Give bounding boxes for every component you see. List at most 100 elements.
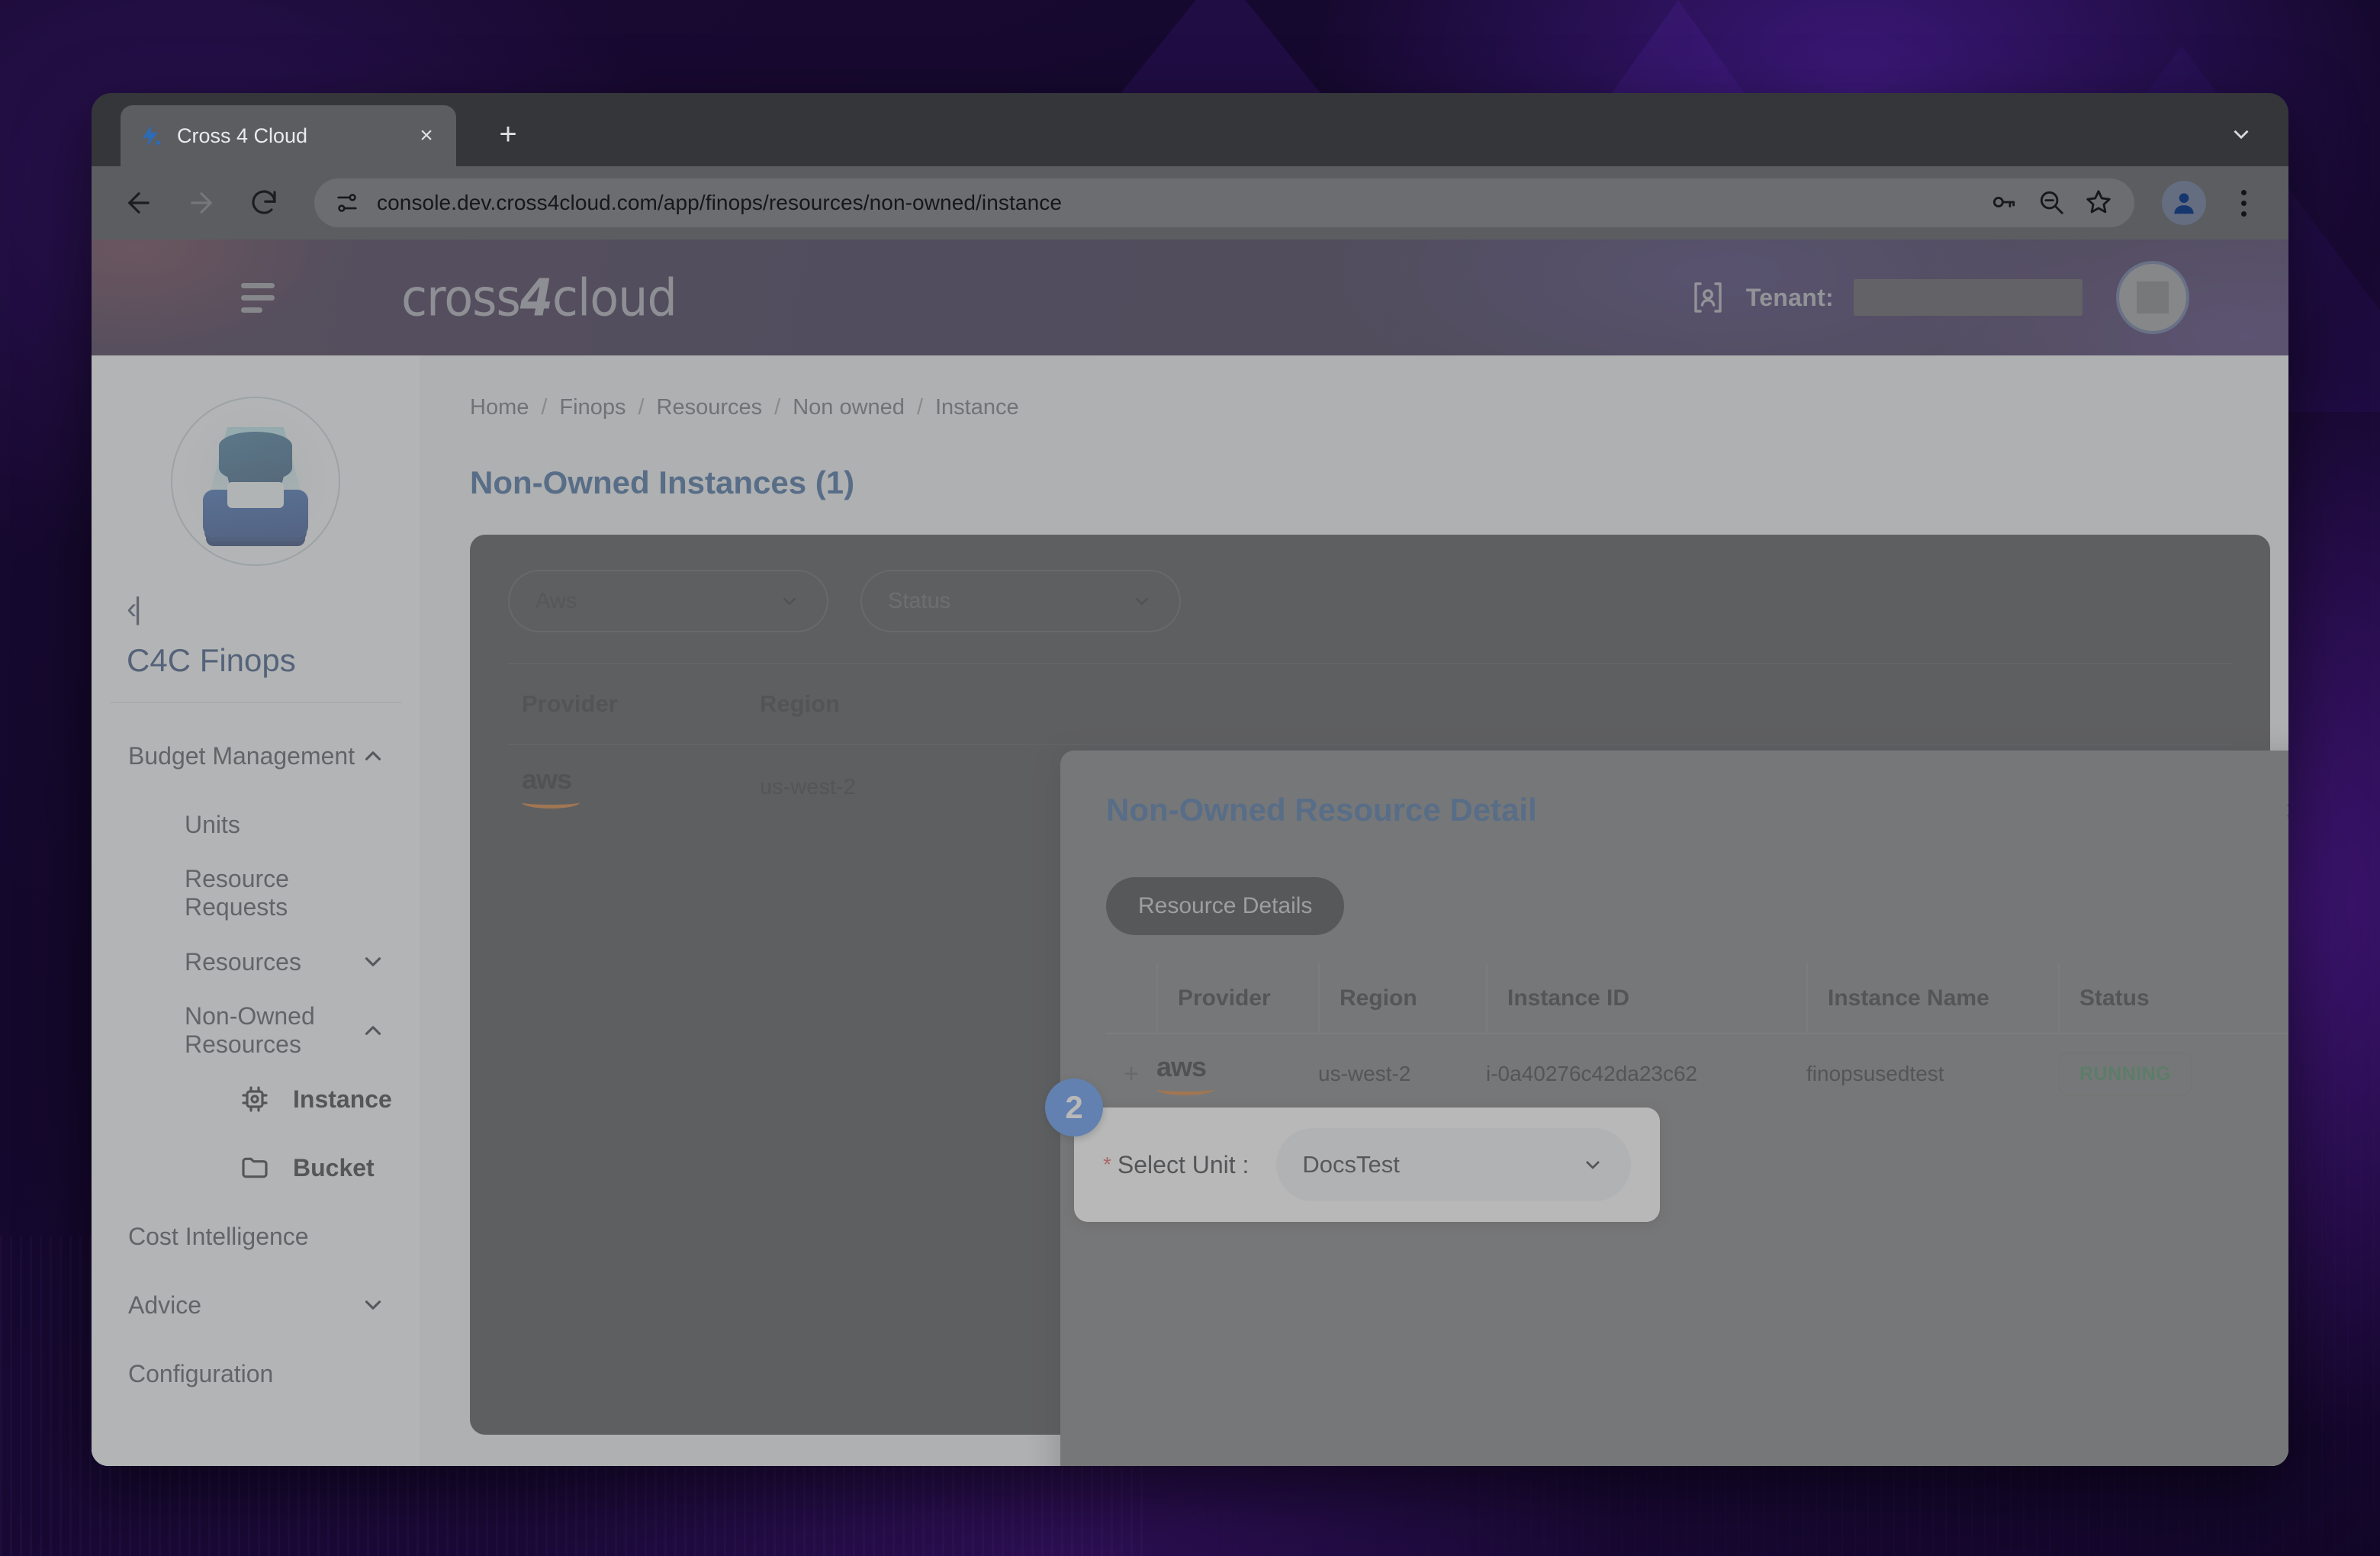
aws-logo-icon: aws: [522, 766, 587, 809]
tabstrip-chevron-down-icon[interactable]: [2223, 116, 2259, 153]
sidebar-item-units[interactable]: Units: [92, 790, 420, 859]
web-page: cross4cloud Tenant: ‹| C4C Finops Budget…: [92, 240, 2288, 1466]
provider-filter[interactable]: Aws: [508, 570, 828, 632]
sidebar-item-configuration[interactable]: Configuration: [92, 1339, 420, 1408]
aws-logo-icon: aws: [1156, 1053, 1222, 1095]
app-header: cross4cloud Tenant:: [92, 240, 2288, 355]
chevron-up-icon[interactable]: [360, 1018, 386, 1043]
column-header-instance-name: Instance Name: [1806, 963, 2058, 1034]
browser-tabstrip: Cross 4 Cloud × +: [92, 93, 2288, 166]
status-filter[interactable]: Status: [860, 570, 1181, 632]
required-marker: *: [1103, 1153, 1111, 1176]
reload-icon[interactable]: [244, 183, 284, 223]
close-icon[interactable]: ×: [2276, 793, 2288, 828]
column-header-expand: [1106, 963, 1156, 1034]
finops-logo: [171, 397, 340, 566]
breadcrumb-item[interactable]: Instance: [935, 395, 1019, 420]
bookmark-star-icon[interactable]: [2084, 188, 2115, 218]
brand-prefix: cross: [401, 267, 521, 328]
sidebar-nav: Budget Management Units Resource Requests R…: [92, 703, 420, 1408]
cell-instance-id: i-0a40276c42da23c62: [1486, 1062, 1698, 1085]
user-badge-icon: [1690, 279, 1726, 316]
column-header-instance-id: Instance ID: [1486, 963, 1806, 1034]
select-unit-dropdown[interactable]: DocsTest: [1276, 1128, 1631, 1201]
table-row[interactable]: + aws us-west-2 i-0a40276c42da23c62 fino…: [1106, 1034, 2288, 1114]
sidebar-item-resources[interactable]: Resources: [92, 927, 420, 996]
resource-detail-modal: Non-Owned Resource Detail × Resource Det…: [1045, 751, 2288, 1466]
cell-provider: aws: [1156, 1053, 1318, 1095]
table-header-row: Provider Region Instance ID Instance Nam…: [1106, 963, 2288, 1034]
cell-status: RUNNING: [2058, 1053, 2287, 1095]
zoom-out-icon[interactable]: [2037, 188, 2067, 218]
site-settings-icon[interactable]: [334, 190, 360, 216]
tenant-label: Tenant:: [1745, 283, 1834, 311]
tab-resource-details[interactable]: Resource Details: [1106, 877, 1345, 935]
chevron-down-icon: [1130, 590, 1153, 612]
breadcrumb-item[interactable]: Finops: [559, 395, 626, 420]
aws-wordmark: aws: [522, 764, 572, 795]
more-menu-icon[interactable]: [2226, 183, 2261, 223]
sidebar-item-budget-management[interactable]: Budget Management: [92, 722, 420, 790]
filter-row: Aws Status: [508, 570, 2232, 632]
sidebar-item-label: Configuration: [128, 1359, 274, 1387]
profile-icon[interactable]: [2162, 181, 2206, 225]
tenant-value-redacted: [1854, 279, 2082, 316]
breadcrumb-separator: /: [774, 395, 781, 420]
step-badge-2: 2: [1045, 1079, 1103, 1136]
forward-arrow-icon[interactable]: [182, 183, 221, 223]
sidebar-title: C4C Finops: [127, 642, 296, 678]
sidebar-item-label: Budget Management: [128, 741, 355, 770]
chevron-down-icon: [778, 590, 801, 612]
sidebar-item-non-owned-resources[interactable]: Non-Owned Resources: [92, 996, 420, 1065]
password-key-icon[interactable]: [1989, 188, 2020, 218]
close-tab-icon[interactable]: ×: [413, 123, 439, 149]
breadcrumb-separator: /: [541, 395, 548, 420]
sidebar-item-label: Units: [185, 810, 240, 838]
sidebar-item-instance[interactable]: Instance: [92, 1065, 420, 1133]
folder-icon: [240, 1153, 270, 1183]
brand-four: 4: [519, 267, 553, 328]
chevron-down-icon[interactable]: [360, 949, 386, 975]
chevron-up-icon[interactable]: [360, 743, 386, 769]
sidebar-item-cost-intelligence[interactable]: Cost Intelligence: [92, 1202, 420, 1271]
address-bar[interactable]: console.dev.cross4cloud.com/app/finops/r…: [314, 178, 2134, 227]
chevron-down-icon[interactable]: [360, 1292, 386, 1318]
hamburger-icon[interactable]: [241, 275, 285, 320]
column-header-status: Status: [2058, 963, 2287, 1034]
sidebar-collapse-button[interactable]: ‹|: [127, 593, 420, 624]
address-bar-url: console.dev.cross4cloud.com/app/finops/r…: [377, 191, 1063, 214]
select-unit-value: DocsTest: [1302, 1151, 1400, 1178]
app-logo: cross4cloud: [401, 268, 677, 328]
breadcrumb-item[interactable]: Home: [470, 395, 529, 420]
select-unit-panel: 2 * Select Unit : DocsTest: [1045, 1079, 1660, 1222]
back-arrow-icon[interactable]: [119, 183, 159, 223]
table-header-row: Provider Region: [508, 663, 2232, 745]
cpu-chip-icon: [240, 1084, 270, 1114]
avatar[interactable]: [2116, 261, 2189, 334]
breadcrumb: Home / Finops / Resources / Non owned / Instance: [470, 395, 2288, 420]
cell-provider: aws: [508, 766, 760, 809]
breadcrumb-separator: /: [638, 395, 645, 420]
status-filter-value: Status: [888, 588, 951, 613]
expand-row-button[interactable]: +: [1106, 1059, 1156, 1089]
sidebar-item-resource-requests[interactable]: Resource Requests: [92, 859, 420, 927]
browser-tab[interactable]: Cross 4 Cloud ×: [121, 105, 456, 166]
cell-instance-name: finopsusedtest: [1806, 1062, 1944, 1085]
toolbar-right-group: [2162, 181, 2261, 225]
breadcrumb-item[interactable]: Non owned: [793, 395, 905, 420]
sidebar-item-bucket[interactable]: Bucket: [92, 1133, 420, 1202]
new-tab-button[interactable]: +: [488, 114, 528, 154]
sidebar-item-label: Bucket: [293, 1153, 375, 1181]
sidebar-item-label: Advice: [128, 1291, 202, 1319]
breadcrumb-item[interactable]: Resources: [657, 395, 763, 420]
column-header-provider: Provider: [1156, 963, 1318, 1034]
column-header-provider: Provider: [522, 690, 618, 717]
breadcrumb-separator: /: [916, 395, 923, 420]
page-title: Non-Owned Instances (1): [470, 465, 855, 500]
status-badge: RUNNING: [2058, 1053, 2193, 1095]
column-header-region: Region: [760, 690, 841, 717]
sidebar-item-label: Resources: [185, 947, 301, 976]
modal-title: Non-Owned Resource Detail: [1106, 792, 1537, 828]
cell-region: us-west-2: [1318, 1062, 1411, 1085]
sidebar-item-advice[interactable]: Advice: [92, 1271, 420, 1339]
